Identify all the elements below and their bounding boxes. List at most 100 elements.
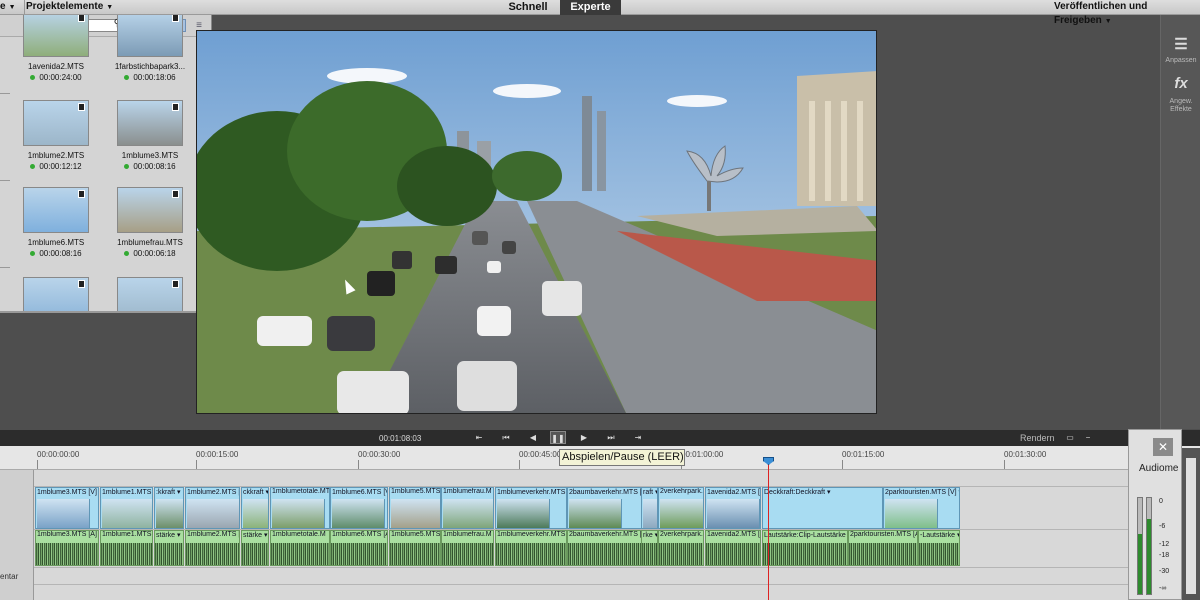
audio-clip-label: 1mblume3.MTS [A] [37, 531, 97, 538]
video-clip[interactable]: 1mblume1.MTS [V] ▾ [100, 487, 153, 529]
row-divider [0, 93, 10, 94]
ruler-time-label: 00:00:45:00 [519, 450, 562, 459]
clip-name: 1farbstichbapark3... [114, 62, 186, 71]
video-clip-thumbnail [660, 499, 703, 528]
previous-edit-icon[interactable]: ⏮ [498, 431, 514, 444]
audio-clip[interactable]: 1mblume2.MTS [A] [185, 530, 240, 566]
video-clip[interactable]: 1mblumefrau.M [441, 487, 494, 529]
sliders-icon[interactable]: ☰ [1161, 35, 1200, 53]
play-pause-tooltip: Abspielen/Pause (LEER) [559, 449, 685, 466]
video-clip[interactable]: 1mblumeverkehr.MTS [V] ▾ [495, 487, 567, 529]
video-clip[interactable]: 2verkehrpark. [658, 487, 704, 529]
video-clip-label: 2verkehrpark. [660, 488, 703, 495]
video-clip[interactable]: raft ▾ [641, 487, 658, 529]
video-clip-thumbnail [391, 499, 440, 528]
menu-partial[interactable]: e ▼ [0, 0, 20, 15]
project-clip-item[interactable] [114, 277, 186, 311]
video-clip[interactable]: 1avenida2.MTS [V] ▾ [705, 487, 761, 529]
adjust-label[interactable]: Anpassen [1161, 57, 1200, 65]
video-clip[interactable]: 1mblumetotale.MTS [270, 487, 330, 529]
scrollbar-thumb[interactable] [1186, 458, 1196, 594]
timeline-view-icon[interactable]: ▭ [1062, 431, 1078, 444]
project-clip-item[interactable]: 1mblume3.MTS 00:00:08:16 [114, 100, 186, 190]
track-divider [34, 584, 1160, 585]
preview-monitor[interactable] [196, 30, 877, 414]
project-clip-item[interactable]: 1avenida2.MTS 00:00:24:00 [20, 15, 92, 101]
ruler-tick [196, 460, 197, 469]
audio-clip[interactable]: 2parktouristen.MTS [A] [848, 530, 918, 566]
video-clip-label: 1mblume6.MTS [V] ▾ [332, 489, 387, 496]
step-back-icon[interactable]: ◀ [525, 431, 541, 444]
video-clip-thumbnail [272, 499, 325, 528]
audio-clip[interactable]: stärke ▾ [241, 530, 269, 566]
clip-thumbnail [23, 15, 89, 57]
video-clip[interactable]: 1mblume5.MTS [389, 487, 441, 529]
audio-clip[interactable]: stärke ▾ [154, 530, 184, 566]
video-clip[interactable]: Deckkraft:Deckkraft ▾ [762, 487, 883, 529]
left-channel-meter [1137, 497, 1143, 595]
audio-clip[interactable]: 1mblume5.MTS [A] [389, 530, 441, 566]
video-clip-thumbnail [569, 499, 622, 528]
audio-clip[interactable]: 1mblume1.MTS [A] [100, 530, 153, 566]
video-clip[interactable]: :kkraft ▾ [154, 487, 184, 529]
audio-waveform [659, 543, 703, 565]
project-clip-item[interactable]: 1mblume2.MTS 00:00:12:12 [20, 100, 92, 190]
audio-clip[interactable]: -Lautstärke ▾ [918, 530, 960, 566]
video-clip-thumbnail [102, 499, 152, 528]
project-elements-menu[interactable]: Projektelemente ▼ [24, 0, 114, 15]
audio-clip[interactable]: 1mblume3.MTS [A] [35, 530, 99, 566]
audio-clip-label: 1avenida2.MTS [A] [707, 531, 761, 538]
zoom-out-icon[interactable]: − [1080, 431, 1096, 444]
audio-clip[interactable]: 1mblumetotale.M [270, 530, 330, 566]
goto-end-icon[interactable]: ⇥ [630, 431, 646, 444]
audio-clip-label: 2baumbaverkehr.MTS [A] [569, 531, 649, 538]
clip-duration: 00:00:12:12 [20, 162, 92, 171]
ruler-time-label: 00:00:00:00 [37, 450, 80, 459]
audio-waveform [849, 543, 917, 565]
video-clip-thumbnail [332, 499, 385, 528]
film-icon [172, 280, 179, 288]
render-button[interactable]: Rendern [1020, 433, 1055, 443]
meter-db-label: -30 [1159, 568, 1170, 575]
project-clip-item[interactable]: 1mblumefrau.MTS 00:00:06:18 [114, 187, 186, 277]
project-clip-item[interactable] [20, 277, 92, 311]
row-divider [0, 180, 10, 181]
video-clip-label: 1mblume1.MTS [V] ▾ [102, 489, 152, 496]
audio-clip[interactable]: rke ▾ [641, 530, 658, 566]
audio-clip[interactable]: 1mblume6.MTS [A] [330, 530, 388, 566]
audio-meter-scrollbar[interactable] [1182, 448, 1200, 600]
ruler-tick [842, 460, 843, 469]
audio-clip[interactable]: Lautstärke:Clip-Lautstärke ▾ [762, 530, 848, 566]
fx-icon[interactable]: fx [1161, 75, 1200, 92]
video-clip[interactable]: 1mblume2.MTS [V] ▾ [185, 487, 240, 529]
applied-effects-label[interactable]: Angew. Effekte [1161, 98, 1200, 114]
publish-share-menu[interactable]: Veröffentlichen und Freigeben ▼ [1054, 0, 1200, 26]
ruler-time-label: 00:01:30:00 [1004, 450, 1047, 459]
mode-expert-tab[interactable]: Experte [560, 0, 621, 15]
current-timecode[interactable]: 00:01:08:03 [379, 434, 421, 443]
close-button[interactable]: ✕ [1153, 438, 1173, 456]
project-clip-item[interactable]: 1farbstichbapark3... 00:00:18:06 [114, 15, 186, 101]
project-clip-item[interactable]: 1mblume6.MTS 00:00:08:16 [20, 187, 92, 277]
audio-clip[interactable]: 1mblumeverkehr.MTS [A] [495, 530, 567, 566]
project-elements-label: Projektelemente [26, 1, 104, 12]
video-clip[interactable]: 2parktouristen.MTS [V] ▾ [883, 487, 960, 529]
film-icon [172, 190, 179, 198]
goto-start-icon[interactable]: ⇤ [471, 431, 487, 444]
clip-thumbnail [117, 15, 183, 57]
audio-clip[interactable]: 1mblumefrau.M [441, 530, 494, 566]
video-clip[interactable]: ckkraft ▾ [241, 487, 269, 529]
video-clip-thumbnail [156, 499, 183, 528]
next-edit-icon[interactable]: ⏭ [603, 431, 619, 444]
play-pause-button[interactable]: ❚❚ [550, 431, 566, 444]
video-clip[interactable]: 1mblume6.MTS [V] ▾ [330, 487, 388, 529]
mode-quick-tab[interactable]: Schnell [498, 0, 558, 15]
audio-clip[interactable]: 2verkehrpark. [658, 530, 704, 566]
clip-duration-text: 00:00:08:16 [133, 162, 176, 171]
video-clip-thumbnail [497, 499, 550, 528]
step-forward-icon[interactable]: ▶ [576, 431, 592, 444]
playhead-line[interactable] [768, 458, 769, 600]
video-clip[interactable]: 1mblume3.MTS [V] ▾ [35, 487, 99, 529]
audio-clip[interactable]: 1avenida2.MTS [A] [705, 530, 761, 566]
video-clip-label: ckkraft ▾ [243, 489, 269, 496]
